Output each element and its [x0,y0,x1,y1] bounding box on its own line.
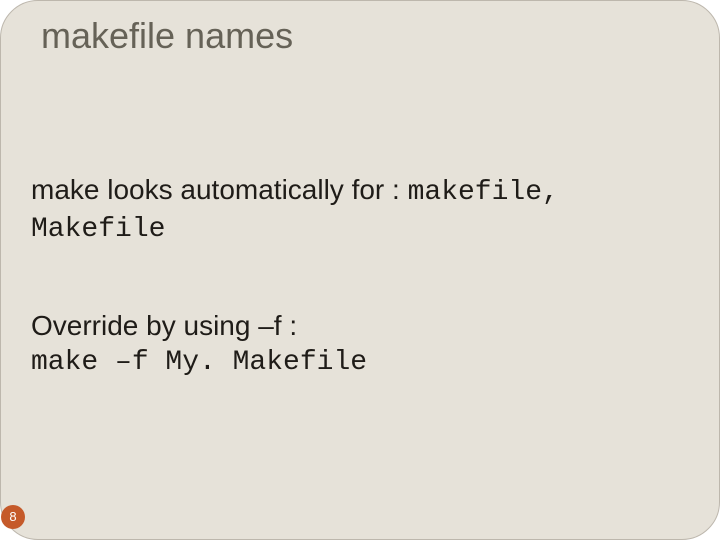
paragraph-override: Override by using –f : make –f My. Makef… [31,309,689,380]
slide-title: makefile names [41,15,679,57]
text-auto-lookup: make looks automatically for : [31,174,408,205]
code-make-f: make –f My. Makefile [31,347,367,378]
slide: makefile names make looks automatically … [0,0,720,540]
page-number-badge: 8 [1,505,25,529]
text-override: Override by using –f : [31,310,297,341]
slide-body: make looks automatically for : makefile,… [31,173,689,509]
paragraph-auto-lookup: make looks automatically for : makefile,… [31,173,689,247]
